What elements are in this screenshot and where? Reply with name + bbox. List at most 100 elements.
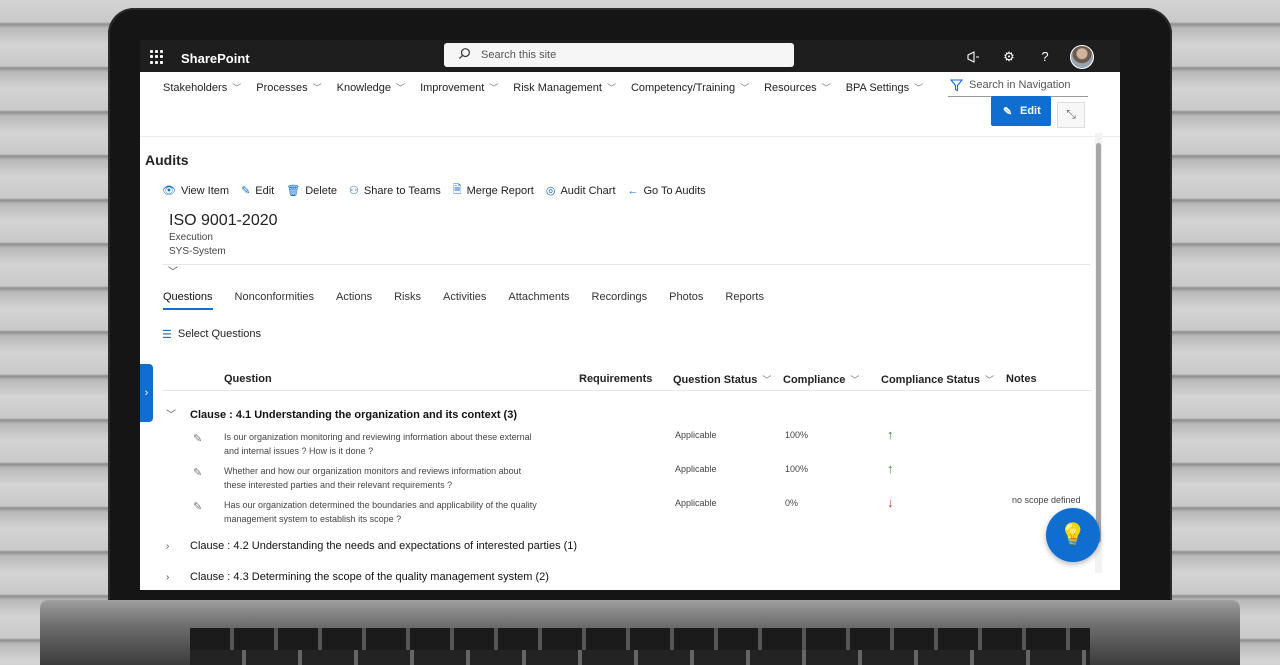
tab-actions[interactable]: Actions bbox=[336, 291, 372, 310]
delete-item-button[interactable]: 🗑 Delete bbox=[286, 184, 337, 198]
column-header-question-status[interactable]: Question Status ﹀ bbox=[673, 373, 771, 386]
question-line: Has our organization determined the boun… bbox=[224, 500, 537, 510]
tab-risks[interactable]: Risks bbox=[394, 291, 421, 310]
item-actions: 👁 View Item ✎ Edit 🗑 Delete ⚇ Share to Teams… bbox=[162, 181, 706, 200]
chevron-down-icon: ﹀ bbox=[821, 83, 831, 93]
tab-attachments[interactable]: Attachments bbox=[508, 291, 569, 310]
app-name[interactable]: SharePoint bbox=[181, 51, 250, 66]
action-label: Share to Teams bbox=[363, 184, 441, 197]
chevron-down-icon: ﹀ bbox=[232, 83, 242, 93]
chevron-down-icon: ﹀ bbox=[985, 375, 995, 385]
header-label: Question Status bbox=[673, 374, 758, 386]
tab-nonconformities[interactable]: Nonconformities bbox=[235, 291, 314, 310]
item-system: SYS-System bbox=[169, 246, 226, 257]
table-row-question: Has our organization determined the boun… bbox=[224, 498, 564, 526]
tab-activities[interactable]: Activities bbox=[443, 291, 486, 310]
tab-reports[interactable]: Reports bbox=[725, 291, 764, 310]
collapse-icon[interactable]: ⤡ bbox=[1057, 102, 1085, 128]
column-header-notes[interactable]: Notes bbox=[1006, 373, 1037, 385]
megaphone-icon[interactable] bbox=[962, 46, 984, 68]
column-header-compliance[interactable]: Compliance ﹀ bbox=[783, 373, 859, 386]
nav-item-bpa-settings[interactable]: BPA Settings ﹀ bbox=[846, 81, 923, 94]
teams-icon: ⚇ bbox=[349, 185, 359, 197]
chevron-down-icon: ﹀ bbox=[914, 83, 924, 93]
nav-label: Improvement bbox=[420, 82, 485, 94]
column-header-requirements[interactable]: Requirements bbox=[579, 373, 652, 385]
question-status: Applicable bbox=[675, 464, 717, 474]
side-panel-toggle[interactable]: › bbox=[140, 364, 153, 422]
view-item-button[interactable]: 👁 View Item bbox=[162, 184, 230, 198]
scrollbar-thumb[interactable] bbox=[1096, 143, 1101, 543]
question-line: management system to establish its scope… bbox=[224, 514, 402, 524]
header-divider bbox=[162, 390, 1092, 391]
nav-item-competency-training[interactable]: Competency/Training ﹀ bbox=[631, 81, 749, 94]
action-label: Merge Report bbox=[466, 184, 534, 197]
column-header-compliance-status[interactable]: Compliance Status ﹀ bbox=[881, 373, 994, 386]
chevron-down-icon[interactable]: ﹀ bbox=[168, 263, 178, 278]
vertical-scrollbar[interactable] bbox=[1095, 133, 1102, 573]
group-header-clause-4-2[interactable]: › Clause : 4.2 Understanding the needs an… bbox=[166, 540, 577, 552]
command-bar: ✎ Edit ⤡ bbox=[140, 96, 1120, 137]
compliance-value: 0% bbox=[785, 498, 799, 508]
select-questions-button[interactable]: ☰ Select Questions bbox=[162, 328, 261, 341]
share-to-teams-button[interactable]: ⚇ Share to Teams bbox=[349, 184, 441, 198]
arrow-up-icon: ↑ bbox=[887, 461, 894, 476]
trash-icon: 🗑 bbox=[286, 185, 301, 197]
merge-report-button[interactable]: 🗎 Merge Report bbox=[453, 181, 534, 200]
tab-recordings[interactable]: Recordings bbox=[592, 291, 648, 310]
avatar[interactable] bbox=[1070, 45, 1094, 69]
tab-strip: Questions Nonconformities Actions Risks … bbox=[163, 291, 764, 310]
tab-photos[interactable]: Photos bbox=[669, 291, 703, 310]
chevron-down-icon: ﹀ bbox=[489, 83, 499, 93]
nav-item-improvement[interactable]: Improvement ﹀ bbox=[420, 81, 498, 94]
nav-item-resources[interactable]: Resources ﹀ bbox=[764, 81, 831, 94]
group-header-clause-4-1[interactable]: ﹀ Clause : 4.1 Understanding the organiza… bbox=[166, 406, 517, 421]
suite-icons: ⚙ ? bbox=[962, 45, 1094, 69]
app-launcher-icon[interactable] bbox=[150, 50, 164, 64]
site-search-input[interactable]: Search this site bbox=[444, 43, 794, 67]
group-header-clause-4-3[interactable]: › Clause : 4.3 Determining the scope of t… bbox=[166, 571, 549, 583]
action-label: Go To Audits bbox=[643, 184, 706, 197]
laptop-keyboard-row bbox=[190, 650, 1090, 665]
header-label: Compliance Status bbox=[881, 374, 981, 386]
edit-row-icon[interactable]: ✎ bbox=[193, 432, 202, 445]
nav-item-risk-management[interactable]: Risk Management ﹀ bbox=[513, 81, 616, 94]
nav-item-knowledge[interactable]: Knowledge ﹀ bbox=[337, 81, 405, 94]
sharepoint-screen: SharePoint Search this site ⚙ ? Stakehol… bbox=[140, 40, 1120, 590]
suite-bar: SharePoint Search this site ⚙ ? bbox=[140, 40, 1120, 72]
table-row-question: Is our organization monitoring and revie… bbox=[224, 430, 564, 458]
audit-chart-button[interactable]: ◎ Audit Chart bbox=[546, 184, 616, 198]
navigation-search[interactable]: Search in Navigation bbox=[948, 76, 1088, 97]
arrow-up-icon: ↑ bbox=[887, 427, 894, 442]
nav-item-processes[interactable]: Processes ﹀ bbox=[256, 81, 321, 94]
item-title: ISO 9001-2020 bbox=[169, 212, 278, 229]
header-divider bbox=[162, 264, 1090, 265]
table-row-question: Whether and how our organization monitor… bbox=[224, 464, 564, 492]
gear-icon[interactable]: ⚙ bbox=[998, 46, 1020, 68]
header-label: Compliance bbox=[783, 374, 846, 386]
nav-item-stakeholders[interactable]: Stakeholders ﹀ bbox=[163, 81, 241, 94]
column-header-question[interactable]: Question bbox=[224, 373, 272, 385]
lightbulb-icon[interactable]: 💡 bbox=[1046, 508, 1100, 562]
question-line: and internal issues ? How is it done ? bbox=[224, 446, 374, 456]
edit-row-icon[interactable]: ✎ bbox=[193, 500, 202, 513]
help-icon[interactable]: ? bbox=[1034, 46, 1056, 68]
edit-item-button[interactable]: ✎ Edit bbox=[241, 184, 274, 198]
group-label: Clause : 4.1 Understanding the organizat… bbox=[190, 409, 517, 421]
edit-page-button[interactable]: ✎ Edit bbox=[991, 96, 1051, 126]
nav-label: Risk Management bbox=[513, 82, 602, 94]
chevron-down-icon: ﹀ bbox=[166, 410, 176, 421]
compliance-value: 100% bbox=[785, 464, 809, 474]
go-to-audits-button[interactable]: ← Go To Audits bbox=[628, 185, 706, 197]
edit-row-icon[interactable]: ✎ bbox=[193, 466, 202, 479]
item-stage: Execution bbox=[169, 232, 213, 243]
action-label: View Item bbox=[180, 184, 230, 197]
nav-label: Competency/Training bbox=[630, 82, 736, 94]
select-questions-label: Select Questions bbox=[177, 328, 262, 340]
navigation-search-label: Search in Navigation bbox=[969, 79, 1071, 91]
chevron-down-icon: ﹀ bbox=[606, 83, 616, 93]
nav-label: BPA Settings bbox=[845, 82, 910, 94]
question-status: Applicable bbox=[675, 430, 717, 440]
group-label: Clause : 4.2 Understanding the needs and… bbox=[190, 540, 578, 552]
tab-questions[interactable]: Questions bbox=[163, 291, 213, 310]
